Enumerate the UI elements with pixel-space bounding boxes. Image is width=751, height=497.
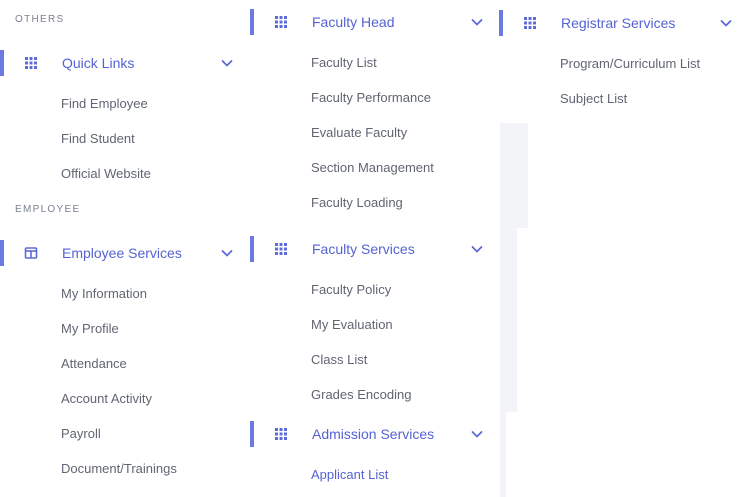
active-indicator xyxy=(250,421,254,447)
section-label-others: OTHERS xyxy=(15,14,65,25)
menu-item-attendance[interactable]: Attendance xyxy=(61,356,127,371)
grid-icon xyxy=(275,428,287,440)
menu-item-account-activity[interactable]: Account Activity xyxy=(61,391,152,406)
column-left: OTHERS Quick Links Find Employee Find St… xyxy=(0,0,250,497)
grid-icon xyxy=(524,17,536,29)
menu-label: Faculty Services xyxy=(312,241,415,257)
chevron-down-icon[interactable] xyxy=(220,246,234,260)
active-indicator xyxy=(250,236,254,262)
chevron-down-icon[interactable] xyxy=(470,427,484,441)
active-indicator xyxy=(499,10,503,36)
menu-item-my-profile[interactable]: My Profile xyxy=(61,321,119,336)
menu-item-find-student[interactable]: Find Student xyxy=(61,131,135,146)
menu-label: Admission Services xyxy=(312,426,435,442)
menu-item-evaluate-faculty[interactable]: Evaluate Faculty xyxy=(311,125,407,140)
menu-item-applicant-list[interactable]: Applicant List xyxy=(311,467,388,482)
menu-faculty-head[interactable]: Faculty Head xyxy=(250,9,495,35)
chevron-down-icon[interactable] xyxy=(719,16,733,30)
menu-item-faculty-list[interactable]: Faculty List xyxy=(311,55,377,70)
menu-item-faculty-loading[interactable]: Faculty Loading xyxy=(311,195,403,210)
menu-label: Employee Services xyxy=(62,245,182,261)
menu-registrar-services[interactable]: Registrar Services xyxy=(499,10,744,36)
menu-item-subject-list[interactable]: Subject List xyxy=(560,91,627,106)
column-right: Registrar Services Program/Curriculum Li… xyxy=(499,0,751,123)
menu-item-faculty-policy[interactable]: Faculty Policy xyxy=(311,282,391,297)
background-panel xyxy=(500,123,528,228)
section-label-employee: EMPLOYEE xyxy=(15,204,81,215)
chevron-down-icon[interactable] xyxy=(220,56,234,70)
grid-icon xyxy=(275,16,287,28)
menu-item-document-trainings[interactable]: Document/Trainings xyxy=(61,461,177,476)
menu-label: Quick Links xyxy=(62,55,135,71)
active-indicator xyxy=(0,240,4,266)
active-indicator xyxy=(250,9,254,35)
menu-item-faculty-performance[interactable]: Faculty Performance xyxy=(311,90,431,105)
chevron-down-icon[interactable] xyxy=(470,15,484,29)
layout-columns-icon xyxy=(24,247,38,259)
grid-icon xyxy=(275,243,287,255)
grid-icon xyxy=(25,57,37,69)
menu-item-section-management[interactable]: Section Management xyxy=(311,160,434,175)
menu-label: Registrar Services xyxy=(561,15,676,31)
menu-item-class-list[interactable]: Class List xyxy=(311,352,367,367)
background-panel xyxy=(500,412,506,497)
menu-employee-services[interactable]: Employee Services xyxy=(0,240,245,266)
menu-item-official-website[interactable]: Official Website xyxy=(61,166,151,181)
menu-label: Faculty Head xyxy=(312,14,395,30)
column-middle: Faculty Head Faculty List Faculty Perfor… xyxy=(250,0,500,497)
menu-item-program-curriculum-list[interactable]: Program/Curriculum List xyxy=(560,56,700,71)
menu-item-my-information[interactable]: My Information xyxy=(61,286,147,301)
menu-item-find-employee[interactable]: Find Employee xyxy=(61,96,148,111)
menu-item-grades-encoding[interactable]: Grades Encoding xyxy=(311,387,411,402)
menu-faculty-services[interactable]: Faculty Services xyxy=(250,236,495,262)
menu-item-payroll[interactable]: Payroll xyxy=(61,426,101,441)
menu-item-my-evaluation[interactable]: My Evaluation xyxy=(311,317,393,332)
chevron-down-icon[interactable] xyxy=(470,242,484,256)
background-panel xyxy=(500,228,517,412)
active-indicator xyxy=(0,50,4,76)
menu-admission-services[interactable]: Admission Services xyxy=(250,421,495,447)
menu-quick-links[interactable]: Quick Links xyxy=(0,50,245,76)
